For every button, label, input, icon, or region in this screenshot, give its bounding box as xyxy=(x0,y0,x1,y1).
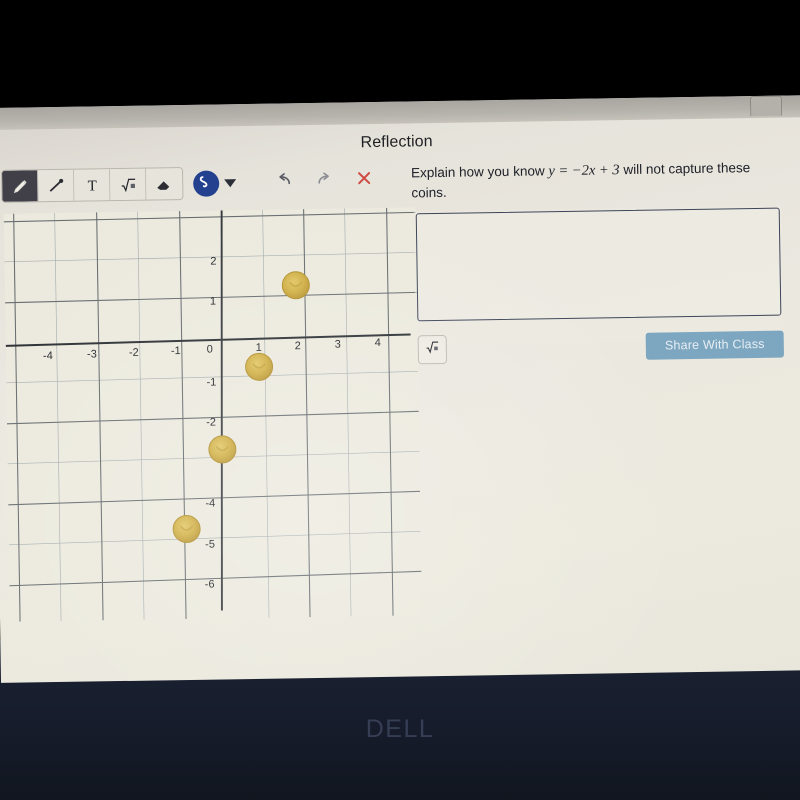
coin-marker[interactable] xyxy=(245,352,274,381)
undo-button[interactable] xyxy=(264,167,304,198)
window-control-icon[interactable] xyxy=(749,95,783,117)
redo-arrow-icon xyxy=(313,169,335,194)
svg-text:-6: -6 xyxy=(205,579,215,591)
line-icon xyxy=(46,175,66,195)
page-title: Reflection xyxy=(360,133,433,152)
question-prompt: Explain how you know y = −2x + 3 will no… xyxy=(411,158,782,204)
svg-text:2: 2 xyxy=(295,340,301,352)
graph-canvas[interactable]: -4 -3 -2 -1 0 1 2 3 4 2 1 -1 -2 -4 -5 -6 xyxy=(3,207,423,622)
coin-marker[interactable] xyxy=(281,271,310,300)
stroke-color-button[interactable] xyxy=(193,169,220,197)
insert-math-button[interactable] xyxy=(417,334,448,364)
pencil-icon xyxy=(10,176,30,196)
line-tool[interactable] xyxy=(37,169,75,202)
sqrt-icon xyxy=(423,337,441,360)
svg-text:3: 3 xyxy=(335,339,341,351)
browser-top-strip xyxy=(0,95,800,130)
squiggle-icon xyxy=(197,172,215,195)
math-tool[interactable] xyxy=(109,168,147,201)
pencil-tool[interactable] xyxy=(1,170,39,202)
redo-button[interactable] xyxy=(304,166,344,197)
text-tool[interactable]: T xyxy=(73,169,111,201)
coin-marker[interactable] xyxy=(172,514,201,543)
svg-text:-1: -1 xyxy=(171,345,181,357)
svg-text:-5: -5 xyxy=(205,539,215,551)
sqrt-icon xyxy=(118,174,138,194)
prompt-equation: y = −2x + 3 xyxy=(548,162,620,180)
svg-text:-4: -4 xyxy=(205,498,215,510)
svg-text:-2: -2 xyxy=(129,347,139,359)
share-with-class-button[interactable]: Share With Class xyxy=(645,330,785,360)
svg-text:1: 1 xyxy=(256,342,262,354)
svg-text:4: 4 xyxy=(375,337,381,349)
chevron-down-icon[interactable] xyxy=(224,178,237,187)
answer-actions: Share With Class xyxy=(417,324,785,370)
prompt-text-before: Explain how you know xyxy=(410,163,545,181)
photo-of-laptop-screen: DELL Reflection T -4 -3 -2 -1 0 1 2 3 4 … xyxy=(0,0,800,800)
answer-input[interactable] xyxy=(415,207,782,322)
svg-text:-1: -1 xyxy=(206,377,216,389)
clear-button[interactable] xyxy=(344,165,384,196)
screen-content: Reflection T -4 -3 -2 -1 0 1 2 3 4 2 1 -… xyxy=(0,95,800,683)
svg-text:-2: -2 xyxy=(206,417,216,429)
svg-text:1: 1 xyxy=(210,296,216,308)
drawing-toolbar: T xyxy=(0,164,384,203)
coordinate-graph[interactable]: -4 -3 -2 -1 0 1 2 3 4 2 1 -1 -2 -4 -5 -6 xyxy=(3,207,423,622)
eraser-icon xyxy=(154,174,174,194)
svg-text:T: T xyxy=(87,178,96,194)
svg-text:2: 2 xyxy=(210,255,216,267)
eraser-tool[interactable] xyxy=(145,168,183,200)
dell-logo: DELL xyxy=(365,715,435,743)
text-icon: T xyxy=(82,175,102,195)
svg-text:-4: -4 xyxy=(43,350,53,362)
svg-text:0: 0 xyxy=(207,344,213,356)
tool-group: T xyxy=(0,167,184,203)
close-x-icon xyxy=(354,168,374,193)
coin-marker[interactable] xyxy=(208,435,237,464)
svg-text:-3: -3 xyxy=(87,348,97,360)
undo-arrow-icon xyxy=(273,169,295,194)
